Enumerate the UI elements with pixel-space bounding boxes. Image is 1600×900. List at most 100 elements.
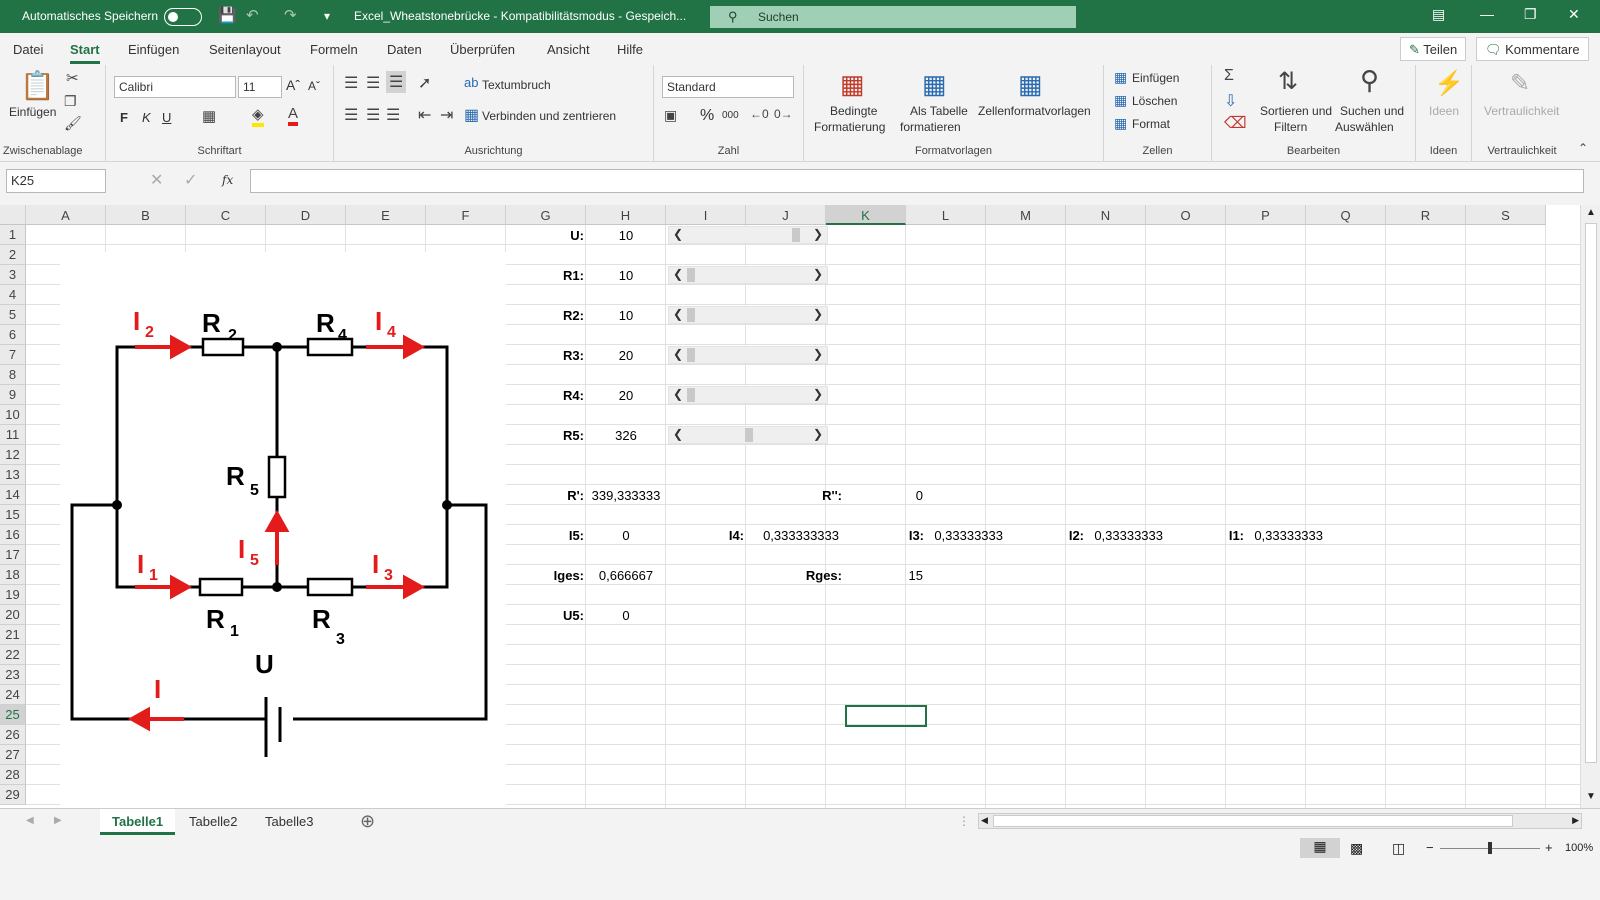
cell-j14[interactable]: R'': [746,485,842,505]
row-header-24[interactable]: 24 [0,685,26,705]
scrollbar-left-arrow-icon[interactable]: ❮ [673,387,683,401]
cell-j18[interactable]: Rges: [746,565,842,585]
column-header-m[interactable]: M [986,205,1066,225]
cell-k16[interactable]: I3: [846,525,924,545]
tab-split-handle[interactable]: ⋮ [958,814,970,828]
find-select-line1[interactable]: Suchen und [1340,104,1404,118]
select-all-corner[interactable] [0,205,26,225]
column-header-n[interactable]: N [1066,205,1146,225]
collapse-ribbon-icon[interactable]: ⌃ [1578,141,1588,155]
sort-filter-icon[interactable]: ⇅ [1278,67,1298,96]
ideas-button[interactable]: Ideen [1429,104,1459,118]
zoom-slider[interactable] [1440,842,1540,854]
cell-g5[interactable]: R2: [506,305,584,325]
column-header-b[interactable]: B [106,205,186,225]
tab-seitenlayout[interactable]: Seitenlayout [209,42,281,57]
delete-cells-icon[interactable]: ▦ [1114,92,1127,109]
tab-ueberpruefen[interactable]: Überprüfen [450,42,515,57]
cut-icon[interactable]: ✂ [66,69,79,87]
next-sheet-icon[interactable]: ▶ [54,815,62,826]
zoom-in-icon[interactable]: + [1545,840,1553,855]
column-header-o[interactable]: O [1146,205,1226,225]
row-header-3[interactable]: 3 [0,265,26,285]
cell-g7[interactable]: R3: [506,345,584,365]
decrease-decimal-icon[interactable]: 0→ [774,107,793,121]
tab-formeln[interactable]: Formeln [310,42,358,57]
cell-h16[interactable]: 0 [586,525,666,545]
scrollbar-control-4[interactable]: ❮ ❯ [668,346,828,364]
sort-filter-line1[interactable]: Sortieren und [1260,104,1332,118]
scrollbar-right-arrow-icon[interactable]: ❯ [813,347,823,361]
underline-button[interactable]: U [162,110,171,125]
font-color-icon[interactable]: A [288,105,299,126]
tab-ansicht[interactable]: Ansicht [547,42,590,57]
cell-h5[interactable]: 10 [586,305,666,325]
sheet-tab-tabelle3[interactable]: Tabelle3 [253,809,325,835]
row-header-16[interactable]: 16 [0,525,26,545]
cell-n16[interactable]: 0,33333333 [1086,525,1166,545]
tab-einfuegen[interactable]: Einfügen [128,42,179,57]
scrollbar-left-arrow-icon[interactable]: ❮ [673,347,683,361]
comments-button[interactable]: 🗨 Kommentare [1476,37,1589,61]
increase-indent-icon[interactable]: ⇥ [440,105,453,125]
normal-view-icon[interactable]: ▦ [1300,838,1340,858]
insert-function-button[interactable]: fx [222,173,233,187]
delete-cells-button[interactable]: Löschen [1132,94,1177,108]
insert-cells-button[interactable]: Einfügen [1132,71,1179,85]
undo-icon[interactable]: ↶ [246,6,259,24]
scroll-down-icon[interactable]: ▼ [1586,791,1596,802]
wrap-text-icon[interactable]: ab [464,75,478,90]
cell-k14[interactable]: 0 [846,485,926,505]
sheet-tab-tabelle1[interactable]: Tabelle1 [100,809,176,835]
cell-h18[interactable]: 0,666667 [586,565,666,585]
row-header-15[interactable]: 15 [0,505,26,525]
scroll-left-icon[interactable]: ◀ [981,815,988,826]
number-format-select[interactable]: Standard [662,76,794,98]
horizontal-scroll-thumb[interactable] [993,815,1513,827]
row-header-17[interactable]: 17 [0,545,26,565]
format-cells-button[interactable]: Format [1132,117,1170,131]
row-header-1[interactable]: 1 [0,225,26,245]
horizontal-scrollbar[interactable]: ◀ ▶ [978,813,1582,829]
column-header-e[interactable]: E [346,205,426,225]
format-as-table-line1[interactable]: Als Tabelle [910,104,968,118]
formula-input[interactable] [250,169,1584,193]
column-header-q[interactable]: Q [1306,205,1386,225]
share-button[interactable]: ✎ Teilen [1400,37,1467,61]
font-size-select[interactable]: 11 [238,76,282,98]
format-cells-icon[interactable]: ▦ [1114,115,1127,132]
row-header-11[interactable]: 11 [0,425,26,445]
tab-datei[interactable]: Datei [13,42,43,57]
fill-color-icon[interactable]: ◈ [252,105,264,127]
column-header-c[interactable]: C [186,205,266,225]
column-header-k[interactable]: K [826,205,906,225]
bold-button[interactable]: F [120,110,128,125]
decrease-indent-icon[interactable]: ⇤ [418,105,431,125]
scroll-up-icon[interactable]: ▲ [1586,207,1596,218]
align-right-icon[interactable]: ☰ [386,105,400,125]
tab-start[interactable]: Start [70,42,100,64]
row-header-20[interactable]: 20 [0,605,26,625]
scrollbar-control-5[interactable]: ❮ ❯ [668,386,828,404]
row-header-9[interactable]: 9 [0,385,26,405]
name-box[interactable]: K25 [6,169,106,193]
cell-g1[interactable]: U: [506,225,584,245]
column-header-i[interactable]: I [666,205,746,225]
close-icon[interactable]: ✕ [1568,6,1580,23]
cell-g11[interactable]: R5: [506,425,584,445]
row-header-18[interactable]: 18 [0,565,26,585]
format-painter-icon[interactable]: 🖌 [64,115,82,132]
column-header-j[interactable]: J [746,205,826,225]
scrollbar-left-arrow-icon[interactable]: ❮ [673,227,683,241]
column-header-s[interactable]: S [1466,205,1546,225]
scrollbar-control-3[interactable]: ❮ ❯ [668,306,828,324]
increase-decimal-icon[interactable]: ←0 [750,107,769,121]
row-header-10[interactable]: 10 [0,405,26,425]
cell-i16[interactable]: I4: [666,525,744,545]
cell-l16[interactable]: 0,33333333 [926,525,1006,545]
conditional-format-line2[interactable]: Formatierung [814,120,885,134]
align-top-icon[interactable]: ☰ [344,73,358,93]
conditional-format-icon[interactable]: ▦ [840,69,865,100]
redo-icon[interactable]: ↷ [284,6,297,24]
cell-h1[interactable]: 10 [586,225,666,245]
